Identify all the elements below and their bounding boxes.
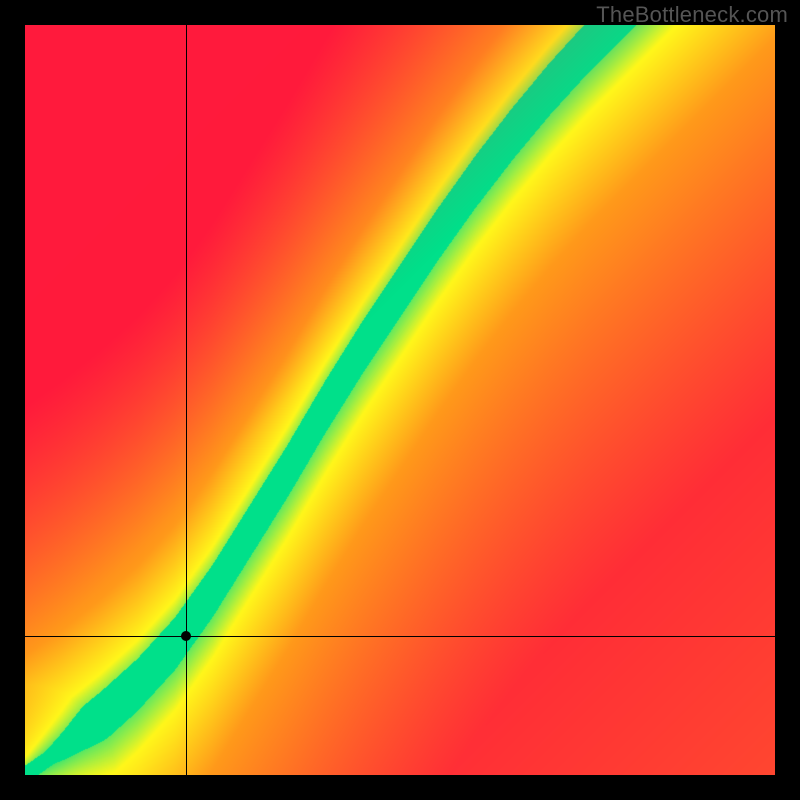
chart-frame: TheBottleneck.com: [0, 0, 800, 800]
watermark-text: TheBottleneck.com: [596, 2, 788, 28]
plot-area: [25, 25, 775, 775]
heatmap-canvas: [25, 25, 775, 775]
